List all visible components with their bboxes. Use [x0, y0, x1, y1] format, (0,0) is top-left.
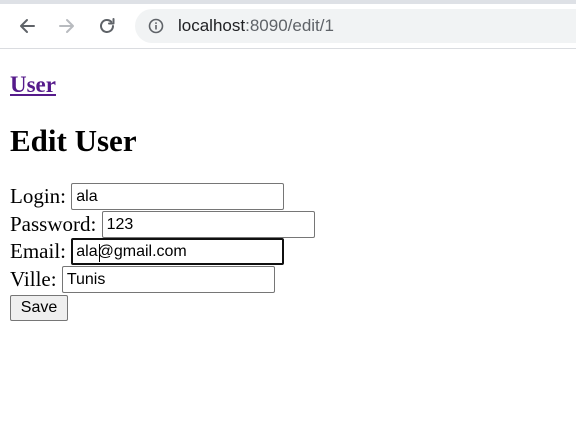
login-row: Login: ala: [10, 183, 285, 210]
email-label: Email:: [10, 239, 66, 263]
password-label: Password:: [10, 212, 97, 236]
email-input[interactable]: ala@gmail.com: [71, 238, 285, 265]
arrow-right-icon: [59, 19, 74, 33]
ville-input[interactable]: Tunis: [61, 266, 275, 293]
login-input[interactable]: ala: [71, 183, 285, 210]
address-bar[interactable]: localhost:8090/edit/1: [135, 9, 576, 43]
save-button[interactable]: Save: [10, 295, 68, 321]
reload-button[interactable]: [91, 10, 123, 42]
page-title: Edit User: [10, 123, 137, 158]
text-caret: [99, 244, 101, 262]
arrow-left-icon: [20, 19, 35, 33]
reload-icon: [100, 18, 115, 33]
password-row: Password: 123: [10, 211, 315, 238]
email-row: Email: ala@gmail.com: [10, 238, 285, 265]
email-input-value: ala@gmail.com: [76, 243, 187, 260]
password-input[interactable]: 123: [101, 211, 315, 238]
login-label: Login:: [10, 184, 66, 208]
forward-button[interactable]: [51, 10, 83, 42]
user-link[interactable]: User: [10, 71, 56, 99]
url-path: :8090/edit/1: [245, 16, 334, 35]
url-host: localhost: [178, 16, 246, 35]
ville-row: Ville: Tunis: [10, 266, 275, 293]
info-circle-icon[interactable]: [148, 18, 164, 34]
page-content: User Edit User Login: ala Password: 123 …: [10, 49, 576, 442]
back-button[interactable]: [11, 10, 43, 42]
browser-toolbar: localhost:8090/edit/1: [0, 4, 576, 49]
ville-label: Ville:: [10, 267, 57, 291]
url-text[interactable]: localhost:8090/edit/1: [178, 9, 334, 43]
